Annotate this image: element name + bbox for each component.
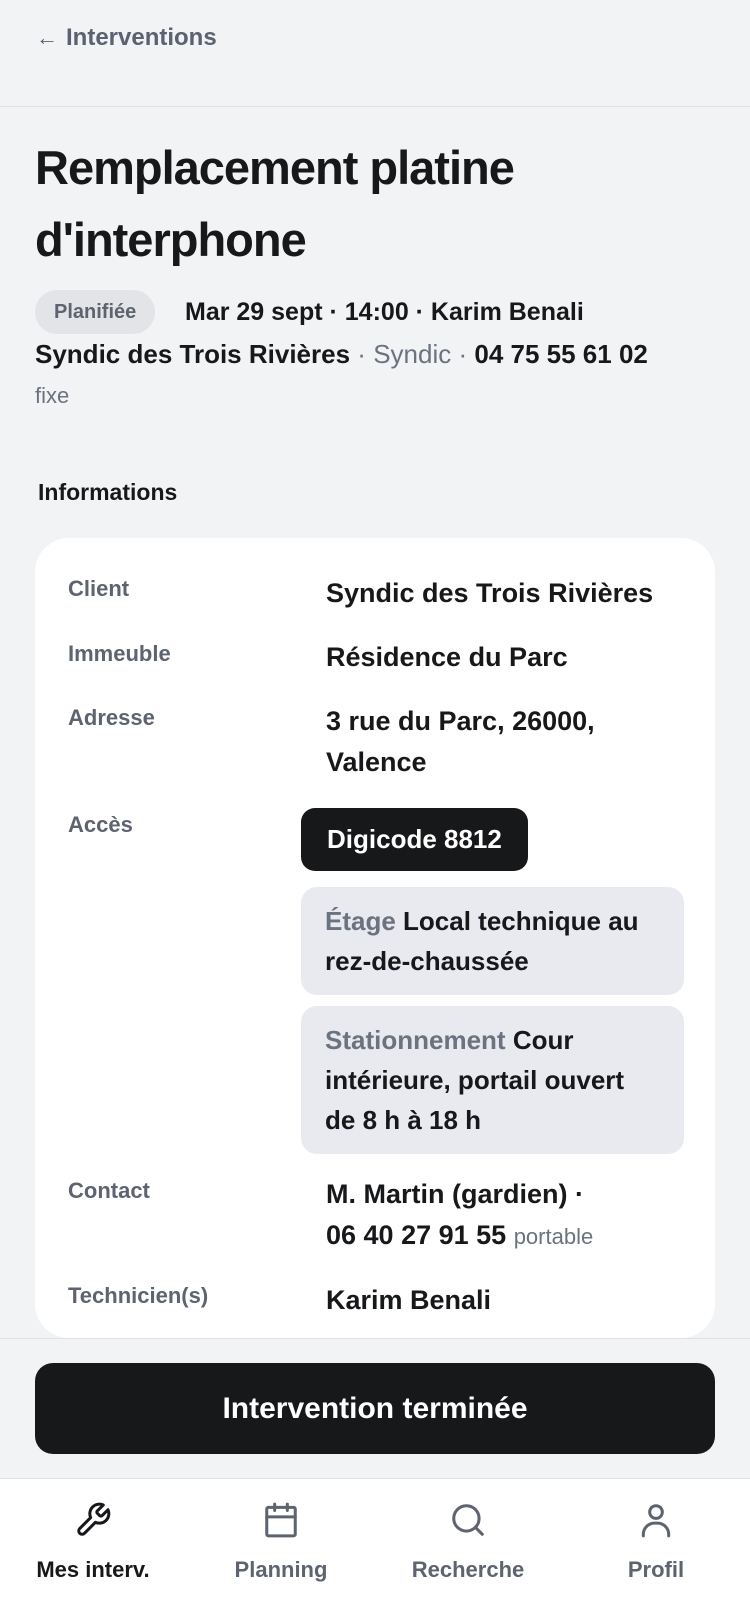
tab-label: Planning xyxy=(234,1557,328,1582)
tab-label: Mes interv. xyxy=(36,1557,150,1582)
tab-planning[interactable]: Planning xyxy=(191,1501,371,1583)
tab-recherche[interactable]: Recherche xyxy=(378,1501,558,1583)
label-contact: Contact xyxy=(68,1178,150,1203)
contact-name: M. Martin (gardien) · xyxy=(326,1179,584,1209)
client-role: Syndic xyxy=(373,339,452,369)
back-link[interactable]: ← Interventions xyxy=(36,24,217,52)
parking-chip: Stationnement Cour intérieure, portail o… xyxy=(301,1006,684,1154)
calendar-icon xyxy=(191,1501,371,1545)
bottom-tab-bar: Mes interv. Planning Recherche Profil xyxy=(0,1478,750,1623)
label-technicians: Technicien(s) xyxy=(68,1283,209,1308)
action-bar: Intervention terminée xyxy=(0,1338,750,1478)
page-title: Remplacement platine d'interphone xyxy=(35,141,515,266)
floor-key: Étage xyxy=(325,906,396,936)
back-arrow-icon: ← xyxy=(36,25,58,50)
client-summary: Syndic des Trois Rivières · Syndic · 04 … xyxy=(35,334,655,416)
label-address: Adresse xyxy=(68,705,155,730)
status-badge: Planifiée xyxy=(35,290,156,334)
label-building: Immeuble xyxy=(68,641,171,666)
search-icon xyxy=(378,1501,558,1545)
separator: · xyxy=(357,339,366,369)
contact-phone-link[interactable]: 06 40 27 91 55 xyxy=(326,1220,506,1250)
value-contact: M. Martin (gardien) · 06 40 27 91 55 por… xyxy=(326,1174,686,1257)
client-name: Syndic des Trois Rivières xyxy=(35,339,351,369)
top-bar: ← Interventions xyxy=(0,0,750,107)
value-client: Syndic des Trois Rivières xyxy=(326,578,654,608)
label-access: Accès xyxy=(68,812,133,837)
tab-label: Recherche xyxy=(411,1557,525,1582)
complete-intervention-button[interactable]: Intervention terminée xyxy=(35,1363,715,1454)
tab-profil[interactable]: Profil xyxy=(566,1501,746,1583)
client-phone-link[interactable]: 04 75 55 61 02 xyxy=(474,339,648,369)
value-building: Résidence du Parc xyxy=(326,642,568,672)
phone-type: fixe xyxy=(35,383,70,408)
separator: · xyxy=(458,339,468,369)
schedule-meta: Mar 29 sept · 14:00 · Karim Benali xyxy=(185,298,584,326)
back-label: Interventions xyxy=(66,24,217,51)
tab-label: Profil xyxy=(627,1557,685,1582)
digicode-chip: Digicode 8812 xyxy=(301,808,528,871)
contact-phone-type: portable xyxy=(513,1224,594,1249)
user-icon xyxy=(566,1501,746,1545)
label-client: Client xyxy=(68,576,130,601)
tab-mes-interventions[interactable]: Mes interv. xyxy=(3,1501,183,1583)
wrench-icon xyxy=(3,1501,183,1545)
section-title-informations: Informations xyxy=(38,479,178,505)
value-address: 3 rue du Parc, 26000, Valence xyxy=(326,706,595,777)
parking-key: Stationnement xyxy=(325,1025,506,1055)
value-technicians: Karim Benali xyxy=(326,1285,492,1315)
floor-chip: Étage Local technique au rez-de-chaussée xyxy=(301,887,684,995)
